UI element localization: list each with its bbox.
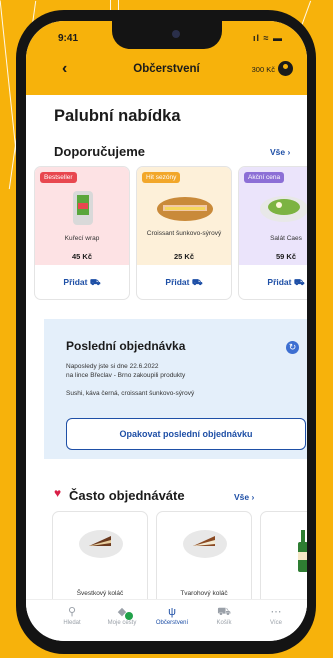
bottle-image [298, 530, 307, 572]
food-icon: ψ [168, 606, 176, 618]
tab-label: Košík [216, 620, 232, 626]
frequent-see-all-link[interactable]: Vše › [234, 492, 254, 502]
croissant-image [157, 197, 213, 221]
bottom-tab-bar: ⚲ Hledat ◆ Moje cesty ψ Občerstvení ⛟ Ko… [26, 599, 307, 641]
add-label: Přidat [165, 277, 190, 287]
product-price: 45 Kč [71, 252, 92, 261]
badge: Hit sezóny [142, 172, 181, 183]
add-button[interactable]: Přidat ⛟ [239, 277, 307, 289]
camera-icon [172, 30, 180, 38]
basket-icon: ⛟ [293, 277, 305, 287]
frequent-product-card[interactable] [260, 511, 307, 611]
refresh-icon[interactable]: ↻ [286, 341, 299, 354]
product-price: 59 Kč [275, 252, 296, 261]
wrap-image [73, 191, 93, 225]
recommended-see-all-link[interactable]: Vše › [270, 147, 290, 157]
credit-balance: 300 Kč [251, 65, 275, 74]
add-label: Přidat [63, 277, 88, 287]
more-icon: ⋯ [270, 606, 282, 618]
last-order-products: Sushi, káva černá, croissant šunkovo-sýr… [66, 390, 195, 397]
tab-label: Moje cesty [107, 620, 137, 626]
product-price: 25 Kč [173, 252, 194, 261]
tab-my-trips[interactable]: ◆ Moje cesty [94, 604, 150, 626]
basket-icon: ⛟ [191, 277, 203, 287]
product-card[interactable]: Hit sezóny Croissant šunkovo-sýrový 25 K… [136, 166, 232, 300]
page-title: Palubní nabídka [54, 107, 181, 125]
status-icons: ıl ≈ ▬ [253, 33, 283, 43]
heart-icon: ♥ [54, 486, 62, 500]
notification-dot [125, 612, 133, 620]
app-screen: 9:41 ıl ≈ ▬ ‹ Občerstvení 300 Kč Palubní… [26, 21, 307, 641]
tab-label: Hledat [63, 620, 81, 626]
ticket-icon: ◆ [117, 606, 127, 618]
cake-image [89, 536, 111, 546]
basket-icon: ⛟ [89, 277, 101, 287]
user-icon[interactable] [278, 61, 293, 76]
tab-search[interactable]: ⚲ Hledat [44, 604, 100, 626]
frequent-product-card[interactable]: Tvarohový koláč [156, 511, 252, 611]
phone-notch [112, 21, 222, 49]
cake-image [193, 536, 215, 546]
add-button[interactable]: Přidat ⛟ [35, 277, 129, 289]
badge: Bestseller [40, 172, 77, 183]
status-time: 9:41 [58, 33, 79, 44]
frequent-heading: Často objednáváte [69, 488, 185, 503]
tab-more[interactable]: ⋯ Více [248, 604, 304, 626]
tab-label: Více [269, 620, 282, 626]
background-line [0, 0, 18, 160]
search-icon: ⚲ [67, 606, 77, 618]
product-name: Tvarohový koláč [180, 590, 228, 597]
product-card[interactable]: Bestseller Kuřecí wrap 45 Kč Přidat ⛟ [34, 166, 130, 300]
add-label: Přidat [267, 277, 292, 287]
product-name: Croissant šunkovo-sýrový [146, 230, 222, 237]
product-card[interactable]: Akční cena Salát Caes 59 Kč Přidat ⛟ [238, 166, 307, 300]
add-button[interactable]: Přidat ⛟ [137, 277, 231, 289]
last-order-panel: Poslední objednávka ↻ Naposledy jste si … [44, 319, 307, 459]
tab-label: Občerstvení [155, 620, 189, 626]
frequent-product-card[interactable]: Švestkový koláč [52, 511, 148, 611]
product-name: Kuřecí wrap [64, 235, 100, 242]
repeat-order-button[interactable]: Opakovat poslední objednávku [66, 418, 306, 450]
salad-image [260, 196, 307, 222]
badge: Akční cena [244, 172, 285, 183]
tab-cart[interactable]: ⛟ Košík [196, 604, 252, 626]
recommended-heading: Doporučujeme [54, 144, 146, 159]
product-name: Švestkový koláč [76, 590, 124, 597]
last-order-date: Naposledy jste si dne 22.6.2022 [66, 363, 159, 370]
product-name: Salát Caes [270, 235, 302, 242]
cart-icon: ⛟ [217, 606, 231, 618]
last-order-route: na lince Břeclav - Brno zakoupili produk… [66, 372, 186, 379]
tab-refreshments[interactable]: ψ Občerstvení [144, 604, 200, 626]
last-order-title: Poslední objednávka [66, 339, 186, 353]
